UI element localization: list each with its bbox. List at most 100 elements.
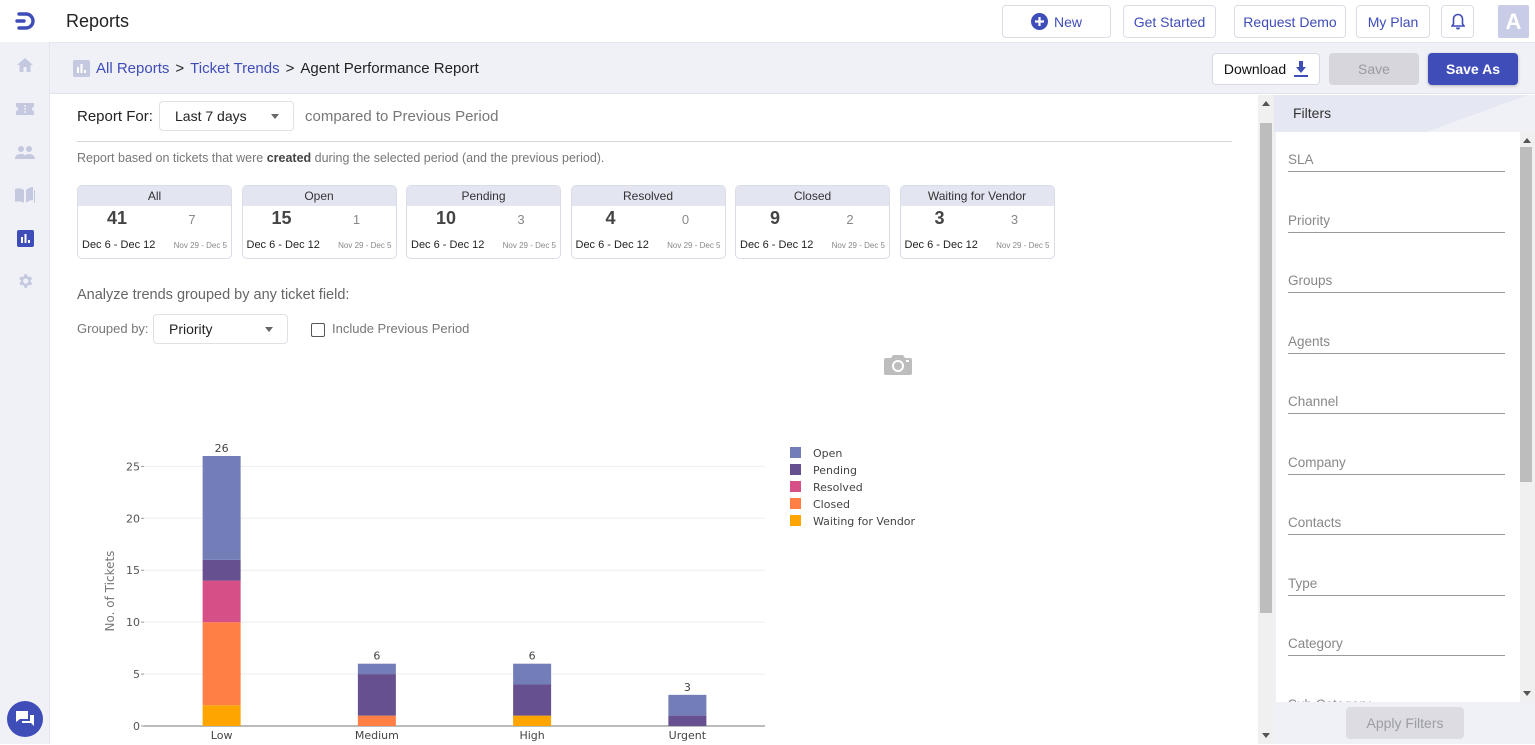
scroll-down-icon[interactable] — [1523, 691, 1531, 696]
snapshot-button[interactable] — [884, 353, 912, 380]
bar-total-label: 3 — [684, 681, 691, 694]
stat-card-previous-range: Nov 29 - Dec 5 — [667, 241, 721, 250]
stat-card-waiting-for-vendor[interactable]: Waiting for Vendor 3 3 Dec 6 - Dec 12 Nov 29… — [899, 185, 1055, 259]
legend-swatch-closed — [790, 498, 801, 509]
main-scrollbar[interactable] — [1258, 95, 1274, 744]
bar-total-label: 26 — [215, 442, 229, 455]
my-plan-button[interactable]: My Plan — [1356, 5, 1430, 38]
filter-field-groups[interactable]: Groups — [1288, 273, 1505, 293]
y-axis-title: No. of Tickets — [103, 551, 117, 632]
stat-card-current-range: Dec 6 - Dec 12 — [575, 239, 649, 251]
stat-card-current-range: Dec 6 - Dec 12 — [904, 239, 978, 251]
legend-swatch-resolved — [790, 481, 801, 492]
breadcrumb-current: Agent Performance Report — [300, 60, 479, 77]
stat-card-previous-range: Nov 29 - Dec 5 — [173, 241, 227, 250]
filter-field-company[interactable]: Company — [1288, 455, 1505, 475]
stat-card-previous-range: Nov 29 - Dec 5 — [831, 241, 885, 250]
stat-card-previous-range: Nov 29 - Dec 5 — [338, 241, 392, 250]
breadcrumb-ticket-trends[interactable]: Ticket Trends — [190, 60, 279, 77]
apply-filters-button[interactable]: Apply Filters — [1346, 707, 1464, 739]
scroll-up-icon[interactable] — [1523, 138, 1531, 143]
ticket-icon — [16, 103, 34, 115]
stat-card-title: Open — [242, 186, 396, 206]
stat-card-resolved[interactable]: Resolved 4 0 Dec 6 - Dec 12 Nov 29 - Dec 5 — [570, 185, 726, 259]
x-tick-label: Medium — [355, 729, 399, 742]
chevron-down-icon — [265, 327, 273, 332]
note-prefix: Report based on tickets that were — [77, 151, 267, 165]
filter-field-sub-category[interactable]: Sub Category — [1288, 697, 1505, 703]
include-previous-checkbox[interactable] — [311, 323, 325, 337]
sidebar-item-home[interactable] — [13, 53, 37, 77]
bar-segment-waiting-for-vendor — [513, 715, 552, 726]
sidebar-item-tickets[interactable] — [13, 97, 37, 121]
y-tick-label: 5 — [133, 668, 140, 681]
app-logo[interactable] — [0, 0, 50, 42]
scroll-down-icon[interactable] — [1262, 733, 1270, 738]
chat-button[interactable] — [7, 701, 43, 737]
grouped-by-select[interactable]: Priority — [153, 314, 288, 344]
scroll-up-icon[interactable] — [1262, 101, 1270, 106]
stat-card-previous-count: 3 — [1010, 212, 1019, 227]
breadcrumb-all-reports[interactable]: All Reports — [96, 60, 169, 77]
note-bold: created — [266, 151, 312, 165]
tickets-by-priority-chart: 0 5 10 15 20 25 No. of Tickets 26 Low 6 Medium 6 Hig… — [103, 442, 916, 742]
filter-field-agents[interactable]: Agents — [1288, 334, 1505, 354]
stat-card-closed[interactable]: Closed 9 2 Dec 6 - Dec 12 Nov 29 - Dec 5 — [735, 185, 890, 259]
stat-card-open[interactable]: Open 15 1 Dec 6 - Dec 12 Nov 29 - Dec 5 — [241, 185, 397, 259]
scrollbar-thumb[interactable] — [1260, 123, 1272, 613]
stat-card-current-count: 4 — [605, 208, 616, 228]
notifications-button[interactable] — [1441, 5, 1474, 38]
chat-icon — [16, 711, 34, 726]
report-content: Report For: Last 7 days compared to Prev… — [50, 95, 1258, 744]
sidebar-item-settings[interactable] — [13, 269, 37, 293]
grouped-by-value: Priority — [169, 321, 213, 337]
y-tick-label: 25 — [126, 460, 140, 473]
legend-label: Closed — [813, 498, 850, 511]
stat-card-all[interactable]: All 41 7 Dec 6 - Dec 12 Nov 29 - Dec 5 — [77, 185, 232, 259]
filter-field-channel[interactable]: Channel — [1288, 394, 1505, 414]
filter-field-type[interactable]: Type — [1288, 576, 1505, 596]
filter-field-contacts[interactable]: Contacts — [1288, 515, 1505, 535]
stat-card-pending[interactable]: Pending 10 3 Dec 6 - Dec 12 Nov 29 - Dec 5 — [406, 185, 561, 259]
stat-card-title: Pending — [407, 186, 560, 206]
breadcrumb: All Reports > Ticket Trends > Agent Perf… — [73, 60, 479, 77]
period-select-value: Last 7 days — [175, 108, 247, 124]
get-started-button[interactable]: Get Started — [1123, 5, 1216, 38]
period-select[interactable]: Last 7 days — [159, 101, 294, 131]
request-demo-button[interactable]: Request Demo — [1234, 5, 1346, 38]
save-button[interactable]: Save — [1329, 53, 1419, 85]
stat-card-current-range: Dec 6 - Dec 12 — [82, 239, 156, 251]
bar-segment-waiting-for-vendor — [202, 705, 241, 726]
sidebar-item-reports[interactable] — [13, 226, 37, 250]
note-suffix: during the selected period (and the prev… — [311, 151, 605, 165]
stat-card-current-range: Dec 6 - Dec 12 — [246, 239, 320, 251]
gear-icon — [19, 274, 33, 288]
divider — [77, 141, 1232, 142]
scrollbar-thumb[interactable] — [1520, 147, 1532, 482]
sidebar-item-contacts[interactable] — [13, 140, 37, 164]
new-button[interactable]: New — [1002, 5, 1111, 38]
stat-card-previous-count: 0 — [681, 212, 690, 227]
stat-card-previous-count: 2 — [846, 212, 854, 227]
filter-field-priority[interactable]: Priority — [1288, 213, 1505, 233]
user-avatar[interactable]: A — [1498, 5, 1529, 38]
sidebar-item-knowledge-base[interactable] — [13, 183, 37, 207]
breadcrumb-separator: > — [175, 60, 185, 77]
stat-card-current-count: 9 — [769, 208, 780, 228]
stat-card-previous-range: Nov 29 - Dec 5 — [502, 241, 556, 250]
users-icon — [15, 146, 35, 159]
filters-scrollbar[interactable] — [1520, 132, 1535, 702]
filter-field-sla[interactable]: SLA — [1288, 152, 1505, 172]
include-previous-label: Include Previous Period — [332, 321, 470, 336]
stat-card-title: All — [78, 186, 231, 206]
stat-card-previous-count: 1 — [352, 212, 361, 227]
x-tick-label: Low — [211, 729, 233, 742]
stat-card-previous-range: Nov 29 - Dec 5 — [996, 241, 1050, 250]
download-label: Download — [1223, 61, 1287, 77]
x-tick-label: High — [519, 729, 544, 742]
filter-field-category[interactable]: Category — [1288, 636, 1505, 656]
save-as-button[interactable]: Save As — [1428, 53, 1518, 85]
plus-circle-icon — [1030, 13, 1048, 30]
legend-swatch-waiting-for-vendor — [790, 515, 801, 526]
download-button[interactable]: Download — [1212, 53, 1320, 85]
